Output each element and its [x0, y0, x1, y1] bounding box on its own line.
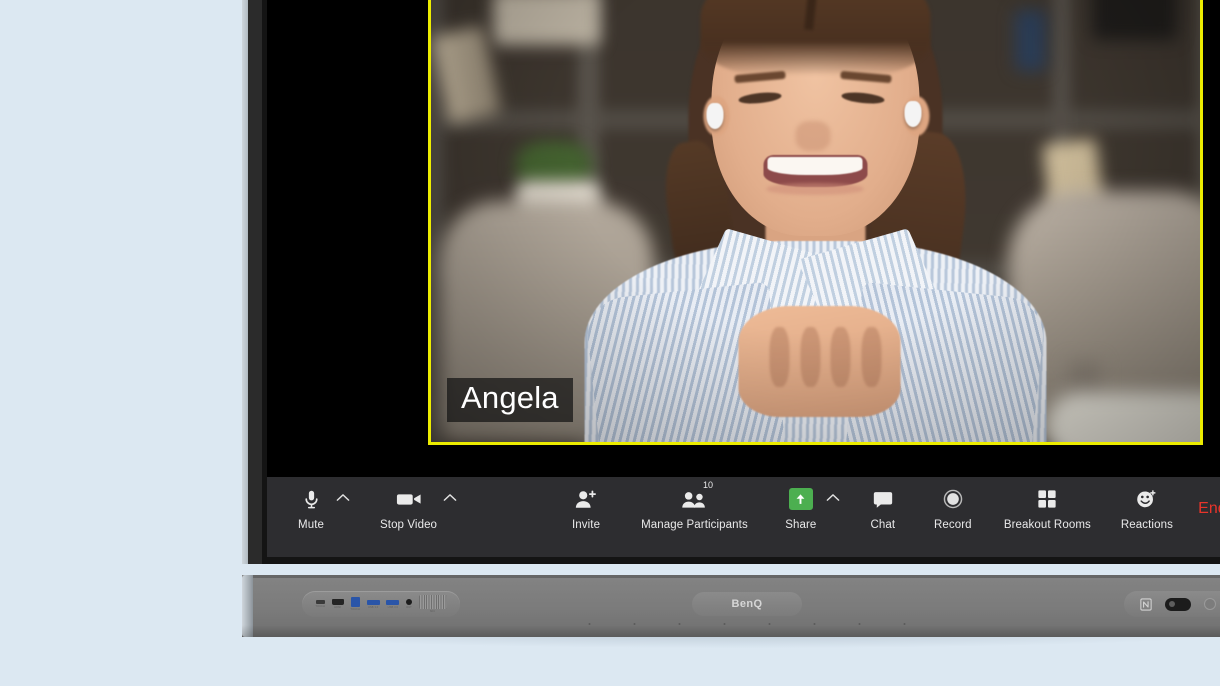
mute-options-caret-icon[interactable] — [334, 486, 360, 502]
video-camera-icon — [396, 486, 422, 512]
breakout-rooms-label: Breakout Rooms — [1004, 519, 1091, 531]
front-control-panel — [1124, 591, 1220, 617]
video-options-caret-icon[interactable] — [441, 486, 467, 502]
share-button[interactable]: Share — [778, 486, 824, 531]
share-options-caret-icon[interactable] — [824, 486, 850, 502]
reactions-button[interactable]: Reactions — [1117, 486, 1177, 531]
manage-participants-label: Manage Participants — [641, 519, 748, 531]
usb-a-port-2[interactable]: USB 3.0 — [386, 600, 399, 609]
people-icon: 10 — [681, 486, 708, 512]
zoom-toolbar: Mute — [267, 477, 1220, 557]
mute-button[interactable]: Mute — [288, 486, 334, 531]
participant-name-badge: Angela — [447, 378, 573, 422]
screenshot-root: Angela — [0, 0, 1220, 686]
invite-button[interactable]: Invite — [563, 486, 609, 531]
meeting-status-bar — [283, 0, 327, 12]
stop-video-label: Stop Video — [380, 519, 437, 531]
participant-count-badge: 10 — [703, 480, 713, 490]
zoom-meeting-window: Angela — [267, 0, 1220, 557]
participant-video-feed — [431, 0, 1200, 442]
manage-participants-button[interactable]: 10 Manage Participants — [637, 486, 752, 531]
smiley-plus-icon — [1136, 486, 1157, 512]
port-panel: TOUCH HDMI TOUCH USB 3.0 USB 3.0 OUT — [302, 591, 460, 617]
record-button[interactable]: Record — [930, 486, 976, 531]
device-bottom-chassis: TOUCH HDMI TOUCH USB 3.0 USB 3.0 OUT — [242, 575, 1220, 637]
person-add-icon — [574, 486, 598, 512]
chat-label: Chat — [870, 519, 895, 531]
usb-a-port-1[interactable]: USB 3.0 — [367, 600, 380, 609]
hdmi-port[interactable]: HDMI — [332, 599, 344, 609]
share-label: Share — [785, 519, 816, 531]
video-control-group: Stop Video — [376, 486, 467, 531]
headphone-jack[interactable]: OUT — [406, 599, 412, 609]
reactions-label: Reactions — [1121, 519, 1173, 531]
mute-label: Mute — [298, 519, 324, 531]
microphone-icon — [301, 486, 322, 512]
brand-logo-plate: BenQ — [692, 592, 802, 616]
video-tile-active-speaker[interactable]: Angela — [428, 0, 1203, 445]
invite-label: Invite — [572, 519, 600, 531]
benq-logo: BenQ — [732, 598, 763, 610]
display-screen: Angela — [267, 0, 1220, 557]
share-control-group: Share — [778, 486, 850, 531]
stop-video-button[interactable]: Stop Video — [376, 486, 441, 531]
nfc-icon — [1140, 598, 1152, 611]
chassis-top-shadow — [253, 575, 1220, 578]
record-label: Record — [934, 519, 972, 531]
menu-button[interactable] — [1204, 598, 1216, 610]
chat-button[interactable]: Chat — [860, 486, 906, 531]
usb-b-port[interactable]: TOUCH — [350, 597, 360, 611]
end-meeting-button[interactable]: End meeting — [1198, 477, 1220, 518]
chat-bubble-icon — [872, 486, 894, 512]
grid-squares-icon — [1037, 486, 1057, 512]
power-button[interactable] — [1165, 598, 1191, 611]
speaker-grille: MIC — [419, 595, 447, 613]
mute-control-group: Mute — [288, 486, 360, 531]
share-arrow-up-icon — [789, 486, 813, 512]
breakout-rooms-button[interactable]: Breakout Rooms — [1000, 486, 1095, 531]
record-circle-icon — [943, 486, 963, 512]
benq-interactive-display: Angela — [242, 0, 1220, 570]
touch-port[interactable]: TOUCH — [315, 600, 325, 608]
chassis-bottom-shadow — [242, 625, 1220, 637]
